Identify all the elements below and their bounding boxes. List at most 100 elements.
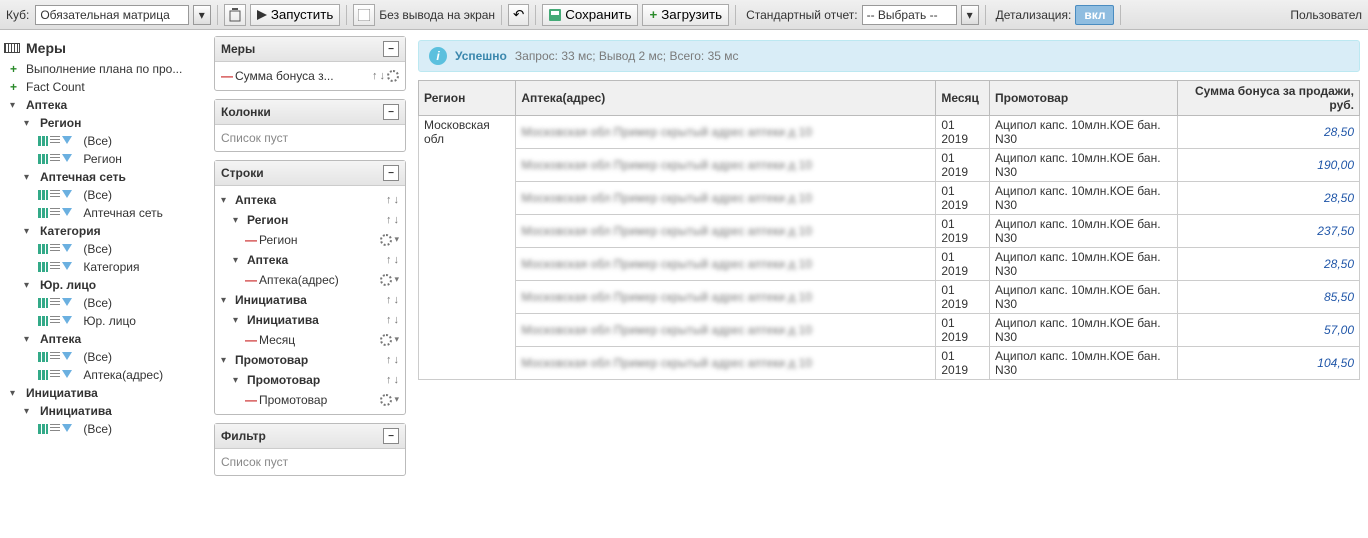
cell-bonus: 57,00 bbox=[1177, 314, 1359, 347]
tree-leaf-yur-all[interactable]: (Все) bbox=[32, 294, 206, 312]
collapse-icon[interactable]: − bbox=[383, 104, 399, 120]
tree-item-yur[interactable]: Юр. лицо bbox=[18, 276, 206, 294]
cell-promo: Аципол капс. 10млн.КОЕ бан. N30 bbox=[990, 116, 1178, 149]
th-bonus[interactable]: Сумма бонуса за продажи, руб. bbox=[1177, 81, 1359, 116]
detail-toggle[interactable]: вкл bbox=[1075, 5, 1114, 25]
detail-label: Детализация: bbox=[996, 8, 1072, 22]
collapse-icon[interactable]: − bbox=[383, 165, 399, 181]
filter-empty: Список пуст bbox=[215, 449, 405, 475]
tree-leaf-yur[interactable]: Юр. лицо bbox=[32, 312, 206, 330]
table-row[interactable]: Московская обл Пример скрытый адрес апте… bbox=[419, 314, 1360, 347]
run-button[interactable]: Запустить bbox=[250, 4, 340, 26]
cell-apteka: Московская обл Пример скрытый адрес апте… bbox=[516, 314, 936, 347]
row-apteka-addr[interactable]: —Аптека(адрес)▾ bbox=[245, 270, 399, 290]
row-initiative2[interactable]: ▾Инициатива bbox=[233, 310, 399, 330]
gear-icon[interactable] bbox=[387, 70, 399, 82]
gear-icon[interactable] bbox=[380, 394, 392, 406]
tree-leaf-init-all[interactable]: (Все) bbox=[32, 420, 206, 438]
tree-leaf-apteka-all[interactable]: (Все) bbox=[32, 348, 206, 366]
cell-bonus: 104,50 bbox=[1177, 347, 1359, 380]
gear-icon[interactable] bbox=[380, 274, 392, 286]
cell-apteka: Московская обл Пример скрытый адрес апте… bbox=[516, 116, 936, 149]
row-promo2[interactable]: ▾Промотовар bbox=[233, 370, 399, 390]
toolbar: Куб: Обязательная матрица ▾ Запустить Бе… bbox=[0, 0, 1368, 30]
tree-leaf-region[interactable]: Регион bbox=[32, 150, 206, 168]
th-region[interactable]: Регион bbox=[419, 81, 516, 116]
run-label: Запустить bbox=[271, 7, 333, 22]
panel-columns-title: Колонки bbox=[221, 105, 271, 119]
table-row[interactable]: Московская обл Пример скрытый адрес апте… bbox=[419, 182, 1360, 215]
row-initiative[interactable]: ▾Инициатива bbox=[221, 290, 399, 310]
tree-item-apteka2[interactable]: Аптека bbox=[18, 330, 206, 348]
std-report-select[interactable]: -- Выбрать -- bbox=[862, 5, 957, 25]
move-up-icon[interactable] bbox=[372, 70, 378, 82]
table-row[interactable]: Московская облМосковская обл Пример скры… bbox=[419, 116, 1360, 149]
list-icon bbox=[50, 136, 60, 146]
row-apteka2[interactable]: ▾Аптека bbox=[233, 250, 399, 270]
table-row[interactable]: Московская обл Пример скрытый адрес апте… bbox=[419, 248, 1360, 281]
cell-promo: Аципол капс. 10млн.КОЕ бан. N30 bbox=[990, 281, 1178, 314]
undo-button[interactable]: ↶ bbox=[508, 4, 529, 26]
tree-leaf-aptset[interactable]: Аптечная сеть bbox=[32, 204, 206, 222]
cell-promo: Аципол капс. 10млн.КОЕ бан. N30 bbox=[990, 149, 1178, 182]
row-promo3[interactable]: —Промотовар▾ bbox=[245, 390, 399, 410]
tree-item-apteka[interactable]: Аптека bbox=[4, 96, 206, 114]
tree-item-initiative[interactable]: Инициатива bbox=[4, 384, 206, 402]
cell-month: 01 2019 bbox=[936, 149, 990, 182]
cell-month: 01 2019 bbox=[936, 281, 990, 314]
table-row[interactable]: Московская обл Пример скрытый адрес апте… bbox=[419, 149, 1360, 182]
tree-item-initiative2[interactable]: Инициатива bbox=[18, 402, 206, 420]
cell-bonus: 28,50 bbox=[1177, 248, 1359, 281]
load-button[interactable]: +Загрузить bbox=[642, 4, 729, 26]
delete-button[interactable] bbox=[224, 4, 246, 26]
tree-item-category[interactable]: Категория bbox=[18, 222, 206, 240]
th-apteka[interactable]: Аптека(адрес) bbox=[516, 81, 936, 116]
table-row[interactable]: Московская обл Пример скрытый адрес апте… bbox=[419, 281, 1360, 314]
measure-item[interactable]: —Сумма бонуса з... bbox=[221, 66, 399, 86]
cube-dropdown-btn[interactable]: ▾ bbox=[193, 5, 211, 25]
row-region[interactable]: ▾Регион bbox=[233, 210, 399, 230]
cube-select[interactable]: Обязательная матрица bbox=[35, 5, 188, 25]
panel-measures: Меры− —Сумма бонуса з... bbox=[214, 36, 406, 91]
save-button[interactable]: Сохранить bbox=[542, 4, 638, 26]
row-apteka[interactable]: ▾Аптека bbox=[221, 190, 399, 210]
panel-filter: Фильтр − Список пуст bbox=[214, 423, 406, 476]
gear-icon[interactable] bbox=[380, 334, 392, 346]
cell-apteka: Московская обл Пример скрытый адрес апте… bbox=[516, 281, 936, 314]
tree-leaf-region-all[interactable]: (Все) bbox=[32, 132, 206, 150]
cell-bonus: 190,00 bbox=[1177, 149, 1359, 182]
gear-icon[interactable] bbox=[380, 234, 392, 246]
panel-rows: Строки− ▾Аптека ▾Регион —Регион▾ ▾Аптека… bbox=[214, 160, 406, 415]
tree-item-region[interactable]: Регион bbox=[18, 114, 206, 132]
separator bbox=[1120, 5, 1121, 25]
columns-empty: Список пуст bbox=[215, 125, 405, 151]
cell-month: 01 2019 bbox=[936, 248, 990, 281]
save-label: Сохранить bbox=[565, 7, 631, 22]
panel-filter-title: Фильтр bbox=[221, 429, 266, 443]
th-promo[interactable]: Промотовар bbox=[990, 81, 1178, 116]
tree-item-aptset[interactable]: Аптечная сеть bbox=[18, 168, 206, 186]
cell-month: 01 2019 bbox=[936, 215, 990, 248]
row-promo[interactable]: ▾Промотовар bbox=[221, 350, 399, 370]
std-report-dropdown-btn[interactable]: ▾ bbox=[961, 5, 979, 25]
tree-leaf-cat-all[interactable]: (Все) bbox=[32, 240, 206, 258]
move-down-icon[interactable] bbox=[380, 70, 386, 82]
user-label: Пользовател bbox=[1290, 8, 1362, 22]
tree-leaf-cat[interactable]: Категория bbox=[32, 258, 206, 276]
tree-leaf-aptset-all[interactable]: (Все) bbox=[32, 186, 206, 204]
cell-month: 01 2019 bbox=[936, 116, 990, 149]
checkbox-no-output[interactable] bbox=[353, 4, 375, 26]
tree-item-plan[interactable]: Выполнение плана по про... bbox=[4, 60, 206, 78]
status-text: Запрос: 33 мс; Вывод 2 мс; Всего: 35 мс bbox=[515, 49, 739, 63]
table-row[interactable]: Московская обл Пример скрытый адрес апте… bbox=[419, 215, 1360, 248]
tree-leaf-apteka-addr[interactable]: Аптека(адрес) bbox=[32, 366, 206, 384]
cell-bonus: 28,50 bbox=[1177, 182, 1359, 215]
table-row[interactable]: Московская обл Пример скрытый адрес апте… bbox=[419, 347, 1360, 380]
tree-item-fact[interactable]: Fact Count bbox=[4, 78, 206, 96]
cell-promo: Аципол капс. 10млн.КОЕ бан. N30 bbox=[990, 248, 1178, 281]
row-region-leaf[interactable]: —Регион▾ bbox=[245, 230, 399, 250]
collapse-icon[interactable]: − bbox=[383, 41, 399, 57]
th-month[interactable]: Месяц bbox=[936, 81, 990, 116]
row-month[interactable]: —Месяц▾ bbox=[245, 330, 399, 350]
collapse-icon[interactable]: − bbox=[383, 428, 399, 444]
